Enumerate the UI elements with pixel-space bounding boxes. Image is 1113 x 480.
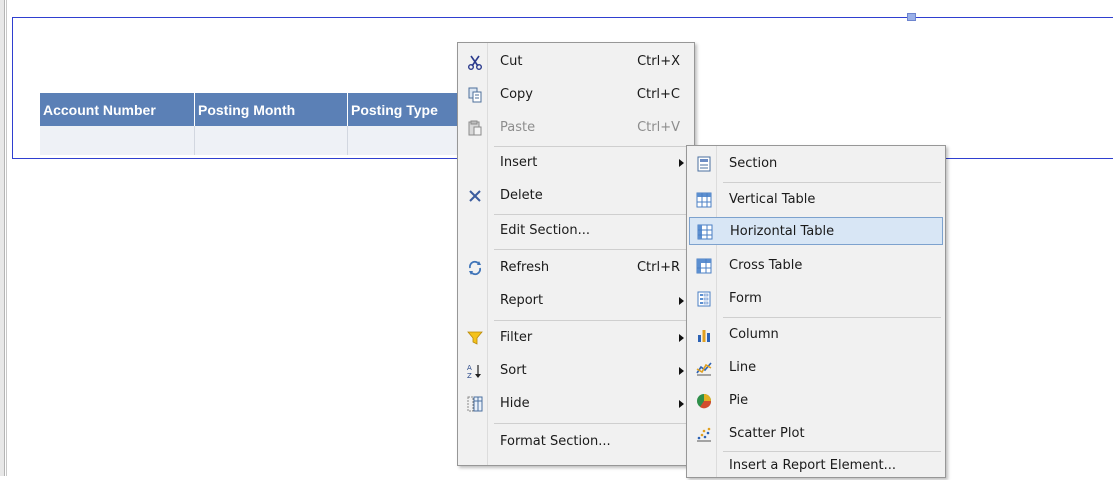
menu-item-label: Pie (729, 393, 749, 408)
column-header-posting-month[interactable]: Posting Month (194, 93, 348, 126)
menu-item-label: Vertical Table (729, 192, 816, 207)
filter-icon (467, 331, 483, 345)
menu-item-edit-section[interactable]: Edit Section... (460, 217, 692, 245)
refresh-icon (468, 260, 482, 276)
insert-submenu: Section Vertical Table Horizontal Table (686, 145, 946, 478)
copy-icon (468, 87, 482, 103)
menu-item-label: Paste (500, 120, 536, 135)
submenu-arrow-icon (679, 400, 684, 408)
section-icon (697, 156, 711, 172)
menu-item-copy[interactable]: Copy Ctrl+C (460, 81, 692, 109)
submenu-arrow-icon (679, 297, 684, 305)
submenu-item-cross-table[interactable]: Cross Table (689, 252, 943, 280)
menu-item-label: Section (729, 156, 778, 171)
form-icon (697, 291, 711, 307)
column-chart-icon (698, 330, 710, 342)
left-edge-bar (0, 0, 5, 476)
scissors-icon (468, 55, 482, 70)
menu-item-label: Column (729, 327, 779, 342)
left-edge-line (6, 0, 7, 476)
hide-icon (467, 396, 483, 412)
menu-item-format-section[interactable]: Format Section... (460, 428, 692, 456)
pie-chart-icon (697, 394, 712, 409)
table-row (40, 126, 466, 155)
submenu-item-vertical-table[interactable]: Vertical Table (689, 186, 943, 214)
menu-item-label: Line (729, 360, 757, 375)
table-header-row: Account Number Posting Month Posting Typ… (40, 93, 466, 126)
column-header-account-number[interactable]: Account Number (40, 93, 195, 126)
table-cell[interactable] (40, 126, 195, 155)
column-header-posting-type[interactable]: Posting Type (347, 93, 466, 126)
sort-icon: A Z (467, 364, 481, 379)
submenu-arrow-icon (679, 159, 684, 167)
submenu-item-scatter-plot[interactable]: Scatter Plot (689, 420, 943, 448)
section-resize-handle[interactable] (907, 13, 916, 21)
menu-item-label: Report (500, 293, 544, 308)
vertical-table-icon (696, 192, 712, 208)
menu-separator (494, 320, 690, 321)
horizontal-table-icon (697, 224, 713, 240)
menu-separator (494, 423, 690, 424)
menu-item-label: Delete (500, 188, 543, 203)
menu-item-label: Insert (500, 155, 538, 170)
menu-separator (494, 249, 690, 250)
menu-item-hide[interactable]: Hide (460, 390, 692, 418)
menu-item-label: Cut (500, 54, 523, 69)
menu-item-insert[interactable]: Insert (460, 149, 692, 177)
menu-separator (494, 214, 690, 215)
menu-item-label: Refresh (500, 260, 550, 275)
menu-item-report[interactable]: Report (460, 287, 692, 315)
submenu-item-section[interactable]: Section (689, 150, 943, 178)
svg-text:Z: Z (467, 372, 472, 379)
submenu-item-line[interactable]: Line (689, 354, 943, 382)
submenu-item-column[interactable]: Column (689, 321, 943, 349)
submenu-arrow-icon (679, 367, 684, 375)
menu-separator (723, 317, 941, 318)
table-cell[interactable] (347, 126, 466, 155)
menu-item-cut[interactable]: Cut Ctrl+X (460, 48, 692, 76)
table-cell[interactable] (194, 126, 348, 155)
menu-item-label: Sort (500, 363, 527, 378)
menu-item-delete[interactable]: Delete (460, 182, 692, 210)
menu-item-label: Scatter Plot (729, 426, 805, 441)
menu-item-label: Hide (500, 396, 530, 411)
menu-item-label: Copy (500, 87, 533, 102)
submenu-item-form[interactable]: Form (689, 285, 943, 313)
svg-text:A: A (467, 364, 472, 372)
submenu-item-horizontal-table[interactable]: Horizontal Table (689, 217, 943, 245)
horizontal-report-table[interactable]: Account Number Posting Month Posting Typ… (40, 93, 466, 155)
cross-table-icon (696, 258, 712, 274)
menu-item-paste[interactable]: Paste Ctrl+V (460, 114, 692, 142)
shortcut-text: Ctrl+X (637, 54, 680, 69)
menu-item-label: Format Section... (500, 434, 611, 449)
menu-item-label: Filter (500, 330, 533, 345)
menu-item-label: Form (729, 291, 762, 306)
menu-item-refresh[interactable]: Refresh Ctrl+R (460, 254, 692, 282)
scatter-plot-icon (697, 427, 711, 442)
shortcut-text: Ctrl+C (636, 87, 680, 102)
menu-item-sort[interactable]: A Z Sort (460, 357, 692, 385)
menu-item-label: Insert a Report Element... (729, 458, 896, 473)
line-chart-icon (696, 362, 712, 376)
shortcut-text: Ctrl+V (637, 120, 680, 135)
submenu-item-pie[interactable]: Pie (689, 387, 943, 415)
menu-item-label: Cross Table (729, 258, 803, 273)
menu-separator (494, 146, 690, 147)
menu-item-label: Edit Section... (500, 223, 591, 238)
submenu-arrow-icon (679, 334, 684, 342)
menu-separator (723, 182, 941, 183)
context-menu: Cut Ctrl+X Copy Ctrl+C Paste Ctrl+V Inse… (457, 42, 695, 466)
menu-item-label: Horizontal Table (730, 224, 835, 239)
delete-icon (469, 190, 481, 202)
menu-item-filter[interactable]: Filter (460, 324, 692, 352)
shortcut-text: Ctrl+R (636, 260, 680, 275)
paste-icon (468, 120, 482, 136)
